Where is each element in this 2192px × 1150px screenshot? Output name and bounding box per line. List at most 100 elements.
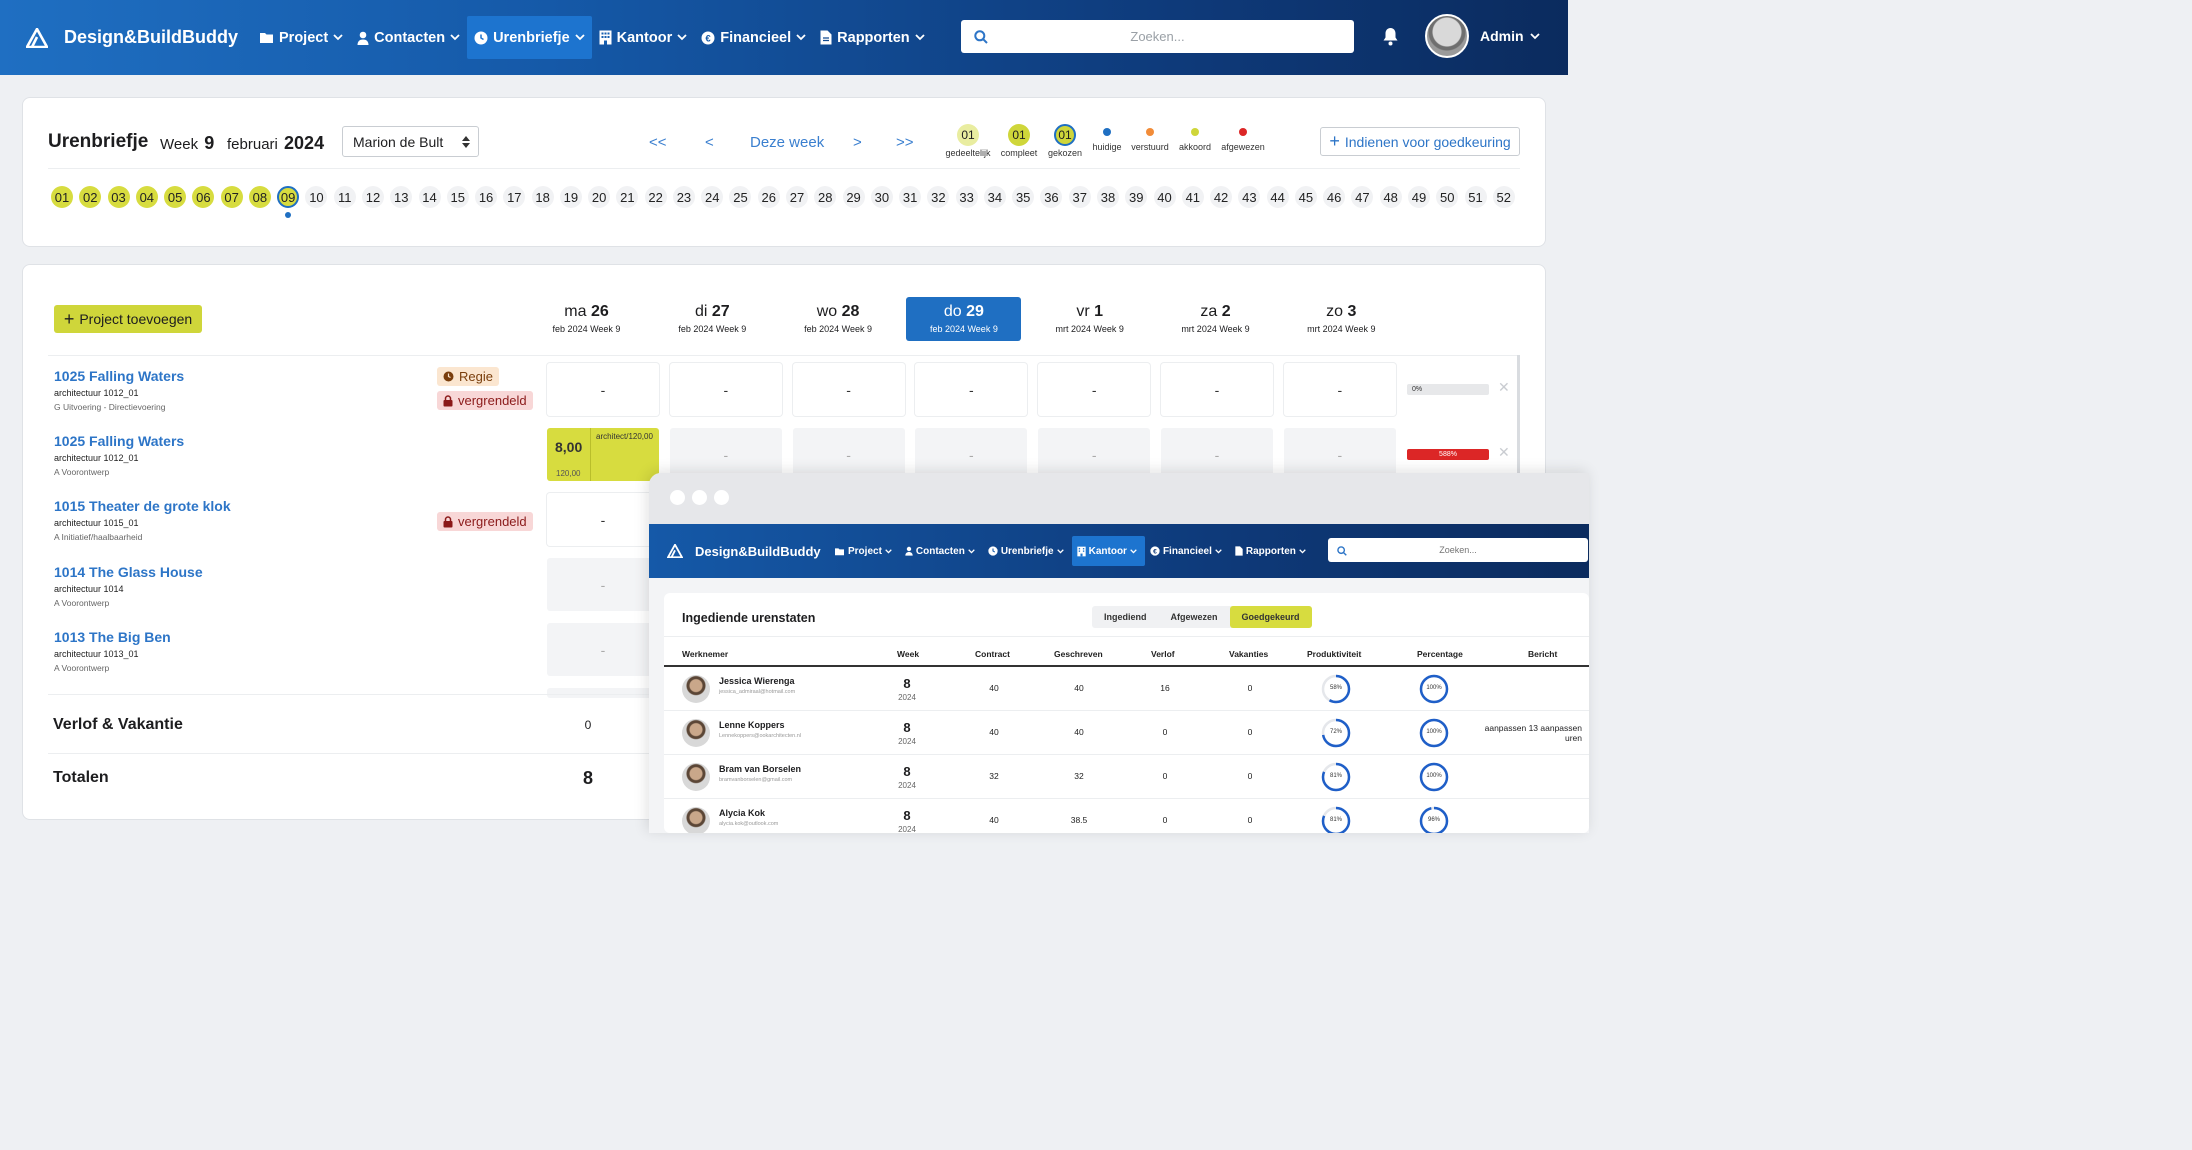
submit-for-approval-button[interactable]: + Indienen voor goedkeuring bbox=[1320, 127, 1520, 156]
hours-cell[interactable]: - bbox=[547, 623, 659, 676]
week-38[interactable]: 38 bbox=[1096, 186, 1119, 208]
hours-cell[interactable]: - bbox=[547, 558, 659, 611]
day-header-za[interactable]: za 2 mrt 2024 Week 9 bbox=[1158, 297, 1273, 341]
hours-cell[interactable]: - bbox=[1038, 363, 1151, 416]
nav-project[interactable]: Project bbox=[252, 16, 350, 59]
user-avatar[interactable] bbox=[1425, 14, 1469, 58]
week-32[interactable]: 32 bbox=[927, 186, 950, 208]
next-week-button[interactable]: > bbox=[853, 134, 862, 151]
week-51[interactable]: 51 bbox=[1464, 186, 1487, 208]
nav-contacten[interactable]: Contacten bbox=[350, 16, 467, 59]
hours-cell[interactable]: - bbox=[547, 493, 659, 546]
week-14[interactable]: 14 bbox=[418, 186, 441, 208]
day-header-di[interactable]: di 27 feb 2024 Week 9 bbox=[655, 297, 770, 341]
hours-cell[interactable]: - bbox=[547, 363, 659, 416]
week-13[interactable]: 13 bbox=[390, 186, 413, 208]
week-47[interactable]: 47 bbox=[1351, 186, 1374, 208]
project-name-link[interactable]: 1015 Theater de grote klok bbox=[54, 498, 231, 514]
bell-icon[interactable] bbox=[1382, 27, 1399, 46]
tab-ingediend[interactable]: Ingediend bbox=[1092, 606, 1159, 628]
week-10[interactable]: 10 bbox=[305, 186, 328, 208]
week-43[interactable]: 43 bbox=[1238, 186, 1261, 208]
project-name-link[interactable]: 1025 Falling Waters bbox=[54, 433, 184, 449]
day-header-zo[interactable]: zo 3 mrt 2024 Week 9 bbox=[1284, 297, 1399, 341]
week-29[interactable]: 29 bbox=[842, 186, 865, 208]
window-maximize-button[interactable] bbox=[714, 490, 729, 505]
week-50[interactable]: 50 bbox=[1436, 186, 1459, 208]
week-46[interactable]: 46 bbox=[1323, 186, 1346, 208]
week-49[interactable]: 49 bbox=[1407, 186, 1430, 208]
day-header-wo[interactable]: wo 28 feb 2024 Week 9 bbox=[781, 297, 896, 341]
week-11[interactable]: 11 bbox=[333, 186, 356, 208]
hours-cell[interactable]: - bbox=[669, 363, 782, 416]
week-26[interactable]: 26 bbox=[757, 186, 780, 208]
window-minimize-button[interactable] bbox=[692, 490, 707, 505]
week-01[interactable]: 01 bbox=[51, 186, 73, 208]
week-37[interactable]: 37 bbox=[1068, 186, 1091, 208]
week-35[interactable]: 35 bbox=[1012, 186, 1035, 208]
week-08[interactable]: 08 bbox=[248, 186, 271, 208]
window-close-button[interactable] bbox=[670, 490, 685, 505]
week-31[interactable]: 31 bbox=[899, 186, 922, 208]
week-17[interactable]: 17 bbox=[503, 186, 526, 208]
employee-select[interactable]: Marion de Bult bbox=[342, 126, 479, 157]
week-39[interactable]: 39 bbox=[1125, 186, 1148, 208]
week-45[interactable]: 45 bbox=[1294, 186, 1317, 208]
week-33[interactable]: 33 bbox=[955, 186, 978, 208]
week-28[interactable]: 28 bbox=[814, 186, 837, 208]
table-row[interactable]: Alycia Kok alycia.kok@outlook.com 8 2024 40 3… bbox=[682, 799, 1589, 833]
nav-urenbriefje[interactable]: Urenbriefje bbox=[467, 16, 592, 59]
week-30[interactable]: 30 bbox=[870, 186, 893, 208]
tab-afgewezen[interactable]: Afgewezen bbox=[1159, 606, 1230, 628]
week-42[interactable]: 42 bbox=[1210, 186, 1233, 208]
nav-rapporten[interactable]: Rapporten bbox=[1230, 536, 1314, 566]
hours-cell[interactable]: - bbox=[1161, 363, 1273, 416]
week-21[interactable]: 21 bbox=[616, 186, 639, 208]
add-project-button[interactable]: + Project toevoegen bbox=[54, 305, 202, 333]
nav-rapporten[interactable]: Rapporten bbox=[813, 16, 932, 59]
hours-cell-filled[interactable]: 8,00 120,00 architect/120,00 bbox=[547, 428, 659, 481]
week-06[interactable]: 06 bbox=[192, 186, 215, 208]
table-row[interactable]: Bram van Borselen bramvanborselen@gmail.c… bbox=[664, 755, 1589, 799]
search-input[interactable] bbox=[1328, 538, 1588, 562]
week-34[interactable]: 34 bbox=[983, 186, 1006, 208]
search-input[interactable] bbox=[961, 20, 1354, 53]
week-40[interactable]: 40 bbox=[1153, 186, 1176, 208]
brand[interactable]: Design&BuildBuddy bbox=[667, 544, 829, 559]
week-16[interactable]: 16 bbox=[475, 186, 498, 208]
week-20[interactable]: 20 bbox=[588, 186, 611, 208]
tab-goedgekeurd[interactable]: Goedgekeurd bbox=[1229, 606, 1312, 628]
remove-row-icon[interactable]: ✕ bbox=[1498, 379, 1510, 396]
remove-row-icon[interactable]: ✕ bbox=[1498, 444, 1510, 461]
week-19[interactable]: 19 bbox=[559, 186, 582, 208]
week-02[interactable]: 02 bbox=[79, 186, 102, 208]
project-name-link[interactable]: 1013 The Big Ben bbox=[54, 629, 171, 645]
day-header-ma[interactable]: ma 26 feb 2024 Week 9 bbox=[529, 297, 644, 341]
nav-kantoor[interactable]: Kantoor bbox=[1071, 536, 1145, 566]
table-row[interactable]: Jessica Wierenga jessica_admiraal@hotmail… bbox=[664, 667, 1589, 711]
week-48[interactable]: 48 bbox=[1379, 186, 1402, 208]
hours-cell[interactable]: - bbox=[1283, 363, 1396, 416]
week-36[interactable]: 36 bbox=[1040, 186, 1063, 208]
week-41[interactable]: 41 bbox=[1181, 186, 1204, 208]
hours-cell[interactable]: - bbox=[915, 363, 1028, 416]
week-15[interactable]: 15 bbox=[446, 186, 469, 208]
week-23[interactable]: 23 bbox=[672, 186, 695, 208]
nav-kantoor[interactable]: Kantoor bbox=[592, 16, 695, 59]
nav-contacten[interactable]: Contacten bbox=[900, 536, 983, 566]
week-05[interactable]: 05 bbox=[164, 186, 187, 208]
prev-week-button[interactable]: < bbox=[705, 134, 714, 151]
brand[interactable]: Design&BuildBuddy bbox=[26, 27, 252, 48]
day-header-vr[interactable]: vr 1 mrt 2024 Week 9 bbox=[1032, 297, 1147, 341]
week-52[interactable]: 52 bbox=[1492, 186, 1515, 208]
project-name-link[interactable]: 1014 The Glass House bbox=[54, 564, 203, 580]
nav-financieel[interactable]: € Financieel bbox=[694, 16, 813, 59]
week-44[interactable]: 44 bbox=[1266, 186, 1289, 208]
week-25[interactable]: 25 bbox=[729, 186, 752, 208]
table-row[interactable]: Lenne Koppers Lennekoppers@ookarchitecten… bbox=[664, 711, 1589, 755]
nav-project[interactable]: Project bbox=[829, 536, 900, 566]
this-week-button[interactable]: Deze week bbox=[750, 134, 824, 151]
week-12[interactable]: 12 bbox=[361, 186, 384, 208]
week-18[interactable]: 18 bbox=[531, 186, 554, 208]
nav-financieel[interactable]: € Financieel bbox=[1145, 536, 1230, 566]
